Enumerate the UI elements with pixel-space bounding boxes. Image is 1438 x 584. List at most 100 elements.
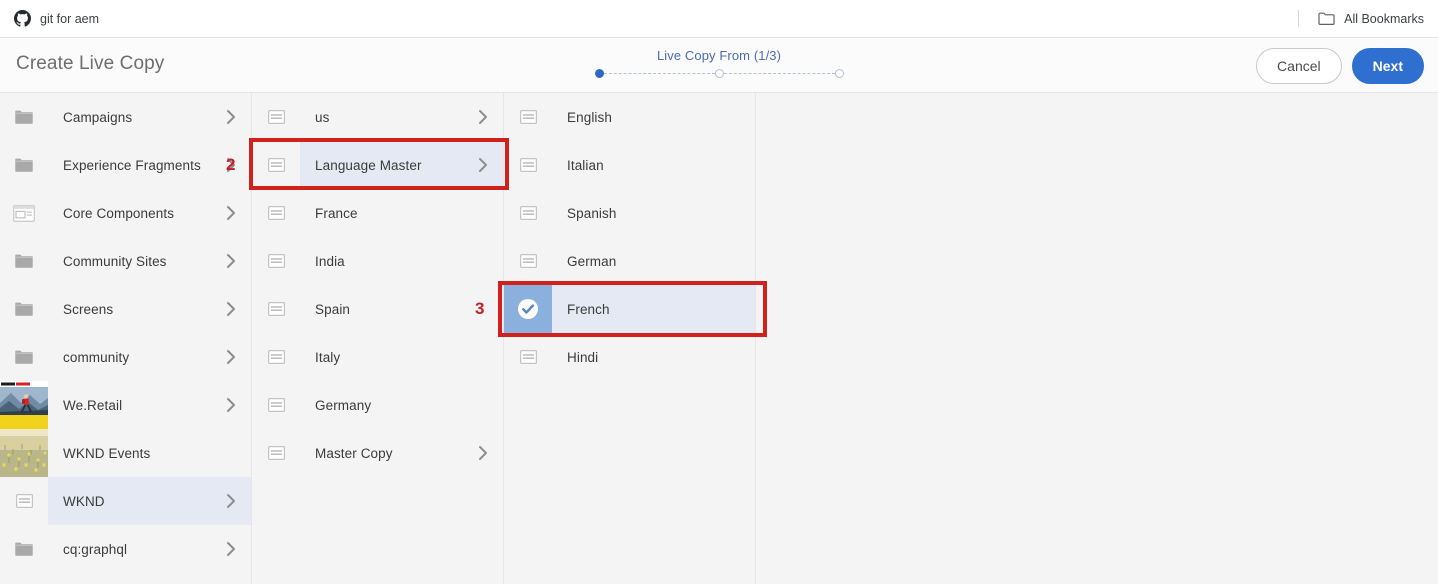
row-icon-cell[interactable]	[252, 381, 300, 429]
wizard-dot-1[interactable]	[594, 69, 604, 78]
wizard-dots	[594, 69, 844, 78]
column-3-row[interactable]: Hindi	[504, 333, 755, 381]
row-body[interactable]: us	[300, 93, 503, 141]
row-icon-cell[interactable]	[504, 141, 552, 189]
column-3-row[interactable]: French	[504, 285, 755, 333]
row-body[interactable]: cq:graphql	[48, 525, 251, 573]
row-icon-cell[interactable]	[0, 285, 48, 333]
column-1-row[interactable]: WKND Events	[0, 429, 251, 477]
row-body[interactable]: Screens	[48, 285, 251, 333]
row-icon-cell[interactable]	[0, 381, 48, 429]
row-icon-cell[interactable]	[504, 237, 552, 285]
wizard-dot-2[interactable]	[714, 69, 724, 78]
column-1-row[interactable]: Screens	[0, 285, 251, 333]
wizard-connector-1	[603, 73, 715, 74]
wizard-step-indicator: Live Copy From (1/3)	[0, 48, 1438, 78]
row-icon-cell[interactable]	[0, 333, 48, 381]
row-icon-cell[interactable]	[252, 237, 300, 285]
page-icon	[267, 398, 285, 412]
column-3-row[interactable]: Spanish	[504, 189, 755, 237]
column-1-row[interactable]: We.Retail	[0, 381, 251, 429]
column-1-row[interactable]: Community Sites	[0, 237, 251, 285]
row-body[interactable]: community	[48, 333, 251, 381]
row-label: Screens	[63, 301, 114, 317]
row-icon-cell[interactable]	[252, 141, 300, 189]
row-body[interactable]: Spanish	[552, 189, 755, 237]
column-1-row[interactable]: Campaigns	[0, 93, 251, 141]
next-button[interactable]: Next	[1351, 48, 1424, 84]
row-body[interactable]: India	[300, 237, 503, 285]
thumbnail-wknd-events	[0, 429, 48, 477]
row-body[interactable]: France	[300, 189, 503, 237]
row-icon-cell[interactable]	[252, 333, 300, 381]
folder-icon	[14, 349, 34, 365]
row-icon-cell[interactable]	[252, 285, 300, 333]
column-3-row[interactable]: English	[504, 93, 755, 141]
row-icon-cell[interactable]	[252, 189, 300, 237]
column-1-row[interactable]: Core Components	[0, 189, 251, 237]
bookmark-divider	[1298, 10, 1300, 27]
row-icon-cell[interactable]	[0, 429, 48, 477]
page-icon	[519, 254, 537, 268]
row-body[interactable]: We.Retail	[48, 381, 251, 429]
browser-column-1: Campaigns Experience Fragments Core Compon…	[0, 93, 252, 584]
component-icon	[13, 204, 35, 222]
column-1-row[interactable]: Experience Fragments	[0, 141, 251, 189]
row-body[interactable]: German	[552, 237, 755, 285]
column-2-row[interactable]: Germany	[252, 381, 503, 429]
row-icon-cell[interactable]	[0, 237, 48, 285]
all-bookmarks-group[interactable]: All Bookmarks	[1298, 10, 1438, 27]
row-body[interactable]: Campaigns	[48, 93, 251, 141]
row-label: English	[567, 109, 612, 125]
row-body[interactable]: Spain	[300, 285, 503, 333]
chevron-right-icon	[226, 493, 237, 509]
row-icon-cell[interactable]	[504, 93, 552, 141]
row-body[interactable]: Master Copy	[300, 429, 503, 477]
column-2-row[interactable]: India	[252, 237, 503, 285]
column-3-row[interactable]: German	[504, 237, 755, 285]
row-icon-cell[interactable]	[0, 525, 48, 573]
column-2-row[interactable]: Language Master	[252, 141, 503, 189]
row-icon-cell[interactable]	[504, 333, 552, 381]
chevron-right-icon	[226, 349, 237, 365]
row-icon-cell[interactable]	[0, 141, 48, 189]
row-body[interactable]: WKND	[48, 477, 251, 525]
row-icon-cell[interactable]	[252, 93, 300, 141]
row-body[interactable]: English	[552, 93, 755, 141]
chevron-right-icon	[226, 205, 237, 221]
column-2-row[interactable]: Italy	[252, 333, 503, 381]
page-icon	[519, 158, 537, 172]
column-3-row[interactable]: Italian	[504, 141, 755, 189]
row-body[interactable]: WKND Events	[48, 429, 251, 477]
column-2-row[interactable]: Spain	[252, 285, 503, 333]
column-1-row[interactable]: WKND	[0, 477, 251, 525]
row-icon-cell[interactable]	[0, 189, 48, 237]
wizard-dot-3[interactable]	[834, 69, 844, 78]
row-body[interactable]: Language Master	[300, 141, 503, 189]
github-icon	[14, 10, 31, 27]
row-body[interactable]: Germany	[300, 381, 503, 429]
row-icon-cell[interactable]	[0, 93, 48, 141]
row-label: us	[315, 109, 330, 125]
row-body[interactable]: Experience Fragments	[48, 141, 251, 189]
cancel-button[interactable]: Cancel	[1256, 48, 1342, 84]
row-body[interactable]: Core Components	[48, 189, 251, 237]
row-icon-cell[interactable]	[504, 285, 552, 333]
row-body[interactable]: Hindi	[552, 333, 755, 381]
row-icon-cell[interactable]	[252, 429, 300, 477]
column-2-row[interactable]: us	[252, 93, 503, 141]
row-icon-cell[interactable]	[504, 189, 552, 237]
all-bookmarks-label: All Bookmarks	[1344, 11, 1424, 26]
bookmark-item-git-for-aem[interactable]: git for aem	[0, 10, 99, 27]
row-icon-cell[interactable]	[0, 477, 48, 525]
column-1-row[interactable]: community	[0, 333, 251, 381]
folder-icon	[1318, 11, 1335, 26]
column-2-row[interactable]: Master Copy	[252, 429, 503, 477]
column-2-row[interactable]: France	[252, 189, 503, 237]
row-body[interactable]: Italian	[552, 141, 755, 189]
row-body[interactable]: French	[552, 285, 755, 333]
row-body[interactable]: Italy	[300, 333, 503, 381]
column-1-row[interactable]: cq:graphql	[0, 525, 251, 573]
chevron-right-icon	[478, 157, 489, 173]
row-body[interactable]: Community Sites	[48, 237, 251, 285]
